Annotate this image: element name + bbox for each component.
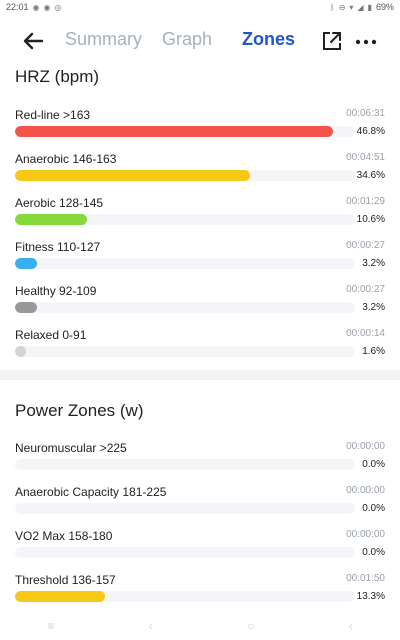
bluetooth-icon: ᛒ	[329, 2, 335, 12]
zone-bar-track	[15, 214, 355, 225]
system-nav-bar: ≡ ‹ ○ ‹	[0, 612, 400, 640]
zone-time: 00:00:00	[346, 485, 385, 496]
zone-time: 00:00:27	[346, 284, 385, 295]
zone-bar-track	[15, 591, 355, 602]
zone-bar-track	[15, 503, 355, 514]
status-bar: 22:01 ◉ ◉ ◎ ᛒ ⊖ ▾ ◢ ▮ 69%	[0, 0, 400, 14]
zone-percent: 34.6%	[356, 170, 385, 181]
home-nav-icon[interactable]: ○	[247, 619, 254, 633]
back-nav-icon[interactable]: ‹	[149, 619, 153, 633]
power-zone-row: Neuromuscular >225 00:00:00 0.0%	[15, 441, 385, 483]
zone-bar-fill	[15, 214, 87, 225]
zone-bar-track	[15, 126, 355, 137]
zone-percent: 46.8%	[356, 126, 385, 137]
tab-zones[interactable]: Zones	[242, 29, 295, 50]
zone-time: 00:06:31	[346, 108, 385, 119]
zone-label: Threshold 136-157	[15, 573, 116, 587]
notification-icon: ◉	[43, 2, 51, 12]
zone-time: 00:00:14	[346, 328, 385, 339]
more-options-icon[interactable]	[354, 30, 378, 54]
hrz-zone-row: Fitness 110-127 00:00:27 3.2%	[15, 240, 385, 282]
zone-time: 00:00:00	[346, 529, 385, 540]
wifi-icon: ▾	[349, 2, 354, 12]
battery-icon: ▮	[367, 2, 372, 12]
notification-icon: ◎	[54, 2, 62, 12]
dnd-icon: ⊖	[338, 2, 346, 12]
zone-percent: 0.0%	[362, 547, 385, 558]
zone-bar-track	[15, 302, 355, 313]
status-time: 22:01	[6, 2, 29, 12]
hrz-section-title: HRZ (bpm)	[15, 67, 100, 86]
back-arrow-icon[interactable]	[20, 28, 46, 54]
zone-bar-fill	[15, 302, 37, 313]
power-zone-row: Threshold 136-157 00:01:50 13.3%	[15, 573, 385, 615]
zone-bar-track	[15, 170, 355, 181]
hrz-zone-row: Aerobic 128-145 00:01:29 10.6%	[15, 196, 385, 238]
zone-time: 00:00:00	[346, 441, 385, 452]
signal-icon: ◢	[357, 2, 364, 12]
zone-percent: 10.6%	[356, 214, 385, 225]
zone-label: Neuromuscular >225	[15, 441, 127, 455]
zone-bar-fill	[15, 591, 105, 602]
zone-bar-fill	[15, 258, 37, 269]
tab-summary[interactable]: Summary	[65, 29, 142, 50]
hrz-zone-row: Relaxed 0-91 00:00:14 1.6%	[15, 328, 385, 370]
nav-spacer-icon: ‹	[348, 619, 353, 633]
zone-bar-track	[15, 547, 355, 558]
zone-label: VO2 Max 158-180	[15, 529, 113, 543]
zone-bar-fill	[15, 346, 26, 357]
hrz-zone-row: Healthy 92-109 00:00:27 3.2%	[15, 284, 385, 326]
hrz-zone-row: Red-line >163 00:06:31 46.8%	[15, 108, 385, 150]
zone-label: Anaerobic 146-163	[15, 152, 117, 166]
notification-icon: ◉	[32, 2, 40, 12]
zone-label: Healthy 92-109	[15, 284, 97, 298]
zone-label: Relaxed 0-91	[15, 328, 87, 342]
zone-percent: 0.0%	[362, 503, 385, 514]
battery-level: 69%	[375, 2, 394, 12]
zone-percent: 3.2%	[362, 302, 385, 313]
zone-percent: 3.2%	[362, 258, 385, 269]
toolbar: Summary Graph Zones	[0, 20, 400, 64]
zone-label: Fitness 110-127	[15, 240, 101, 254]
zone-bar-track	[15, 346, 355, 357]
zone-percent: 0.0%	[362, 459, 385, 470]
power-zone-row: VO2 Max 158-180 00:00:00 0.0%	[15, 529, 385, 571]
zone-time: 00:01:50	[346, 573, 385, 584]
zone-percent: 1.6%	[362, 346, 385, 357]
zone-time: 00:00:27	[346, 240, 385, 251]
zone-time: 00:04:51	[346, 152, 385, 163]
hrz-zone-row: Anaerobic 146-163 00:04:51 34.6%	[15, 152, 385, 194]
zone-label: Anaerobic Capacity 181-225	[15, 485, 167, 499]
zone-percent: 13.3%	[356, 591, 385, 602]
power-section-title: Power Zones (w)	[15, 401, 144, 420]
power-zone-row: Anaerobic Capacity 181-225 00:00:00 0.0%	[15, 485, 385, 527]
share-icon[interactable]	[320, 29, 344, 53]
zone-label: Aerobic 128-145	[15, 196, 104, 210]
section-divider	[0, 370, 400, 380]
tab-graph[interactable]: Graph	[162, 29, 212, 50]
recent-apps-icon[interactable]: ≡	[47, 619, 54, 633]
zone-bar-track	[15, 459, 355, 470]
zone-bar-track	[15, 258, 355, 269]
zone-bar-fill	[15, 170, 250, 181]
zone-label: Red-line >163	[15, 108, 91, 122]
zone-time: 00:01:29	[346, 196, 385, 207]
zone-bar-fill	[15, 126, 333, 137]
